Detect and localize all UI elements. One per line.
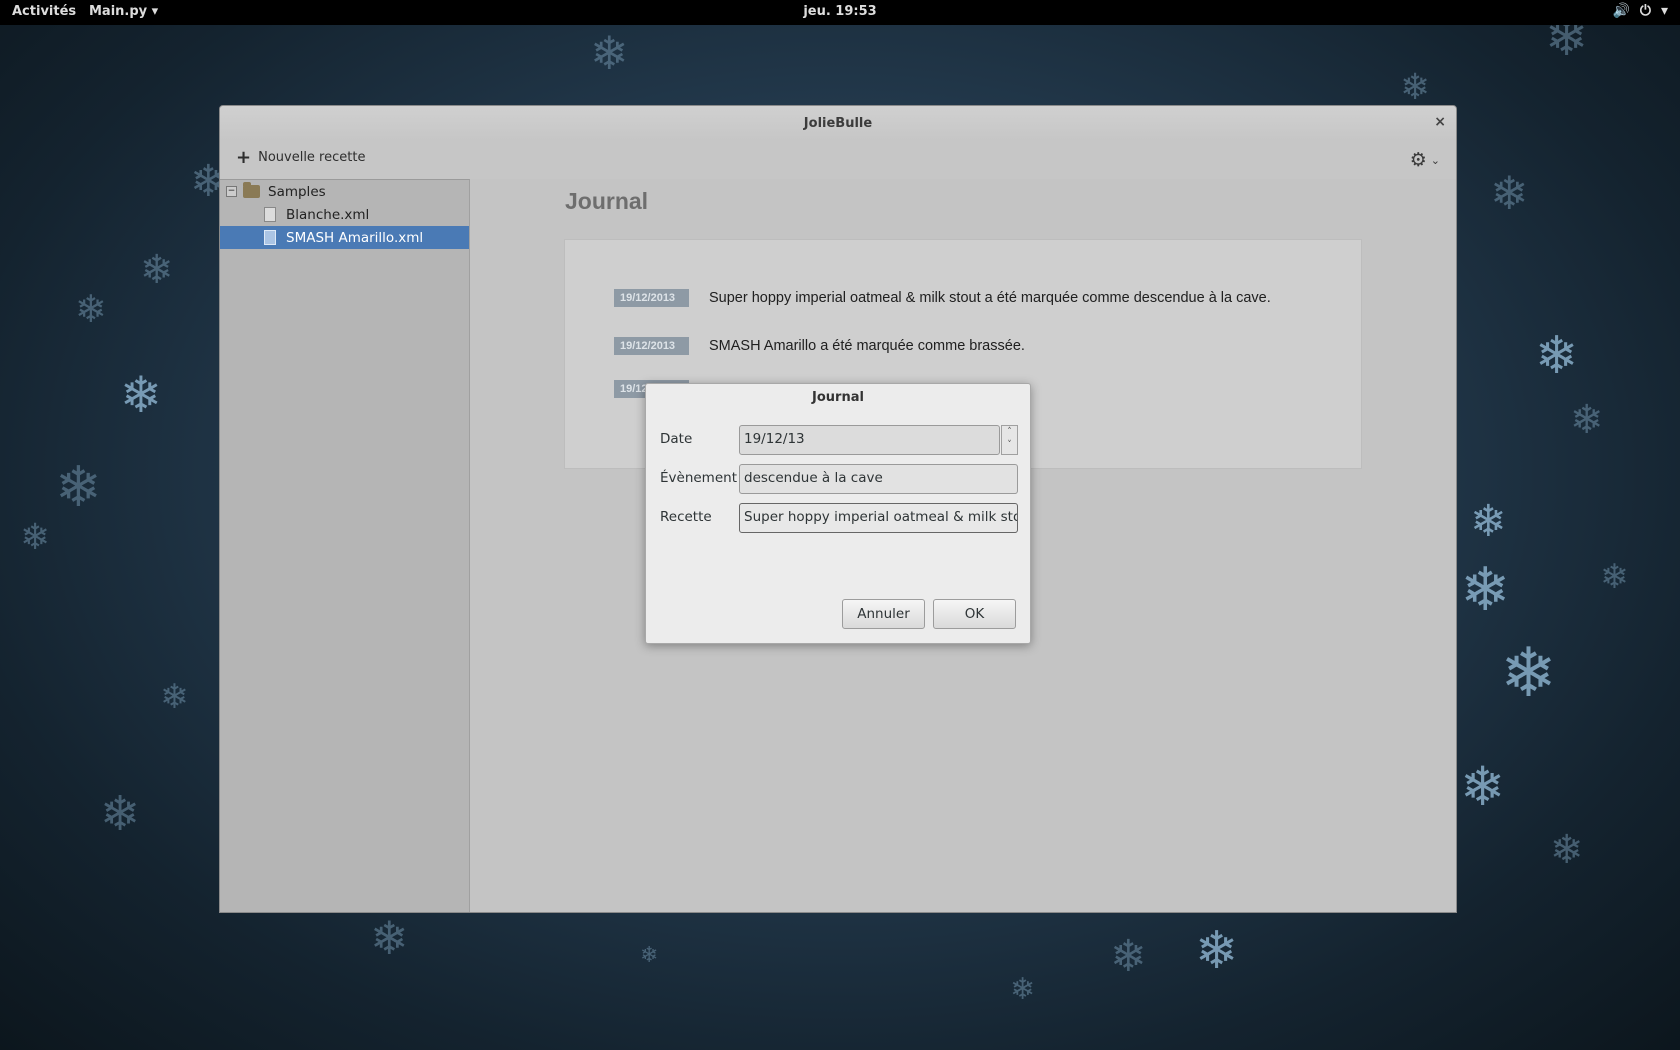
- date-spinner[interactable]: ˄ ˅: [1001, 425, 1018, 455]
- snowflake-icon: ❄: [1110, 931, 1147, 982]
- snowflake-icon: ❄: [1010, 972, 1036, 1007]
- snowflake-icon: ❄: [590, 26, 629, 80]
- snowflake-icon: ❄: [1460, 755, 1506, 818]
- close-icon[interactable]: ×: [1434, 114, 1446, 130]
- snowflake-icon: ❄: [1550, 827, 1584, 873]
- snowflake-icon: ❄: [1470, 496, 1507, 547]
- file-icon: [264, 230, 276, 245]
- journal-dialog: Journal Date 19/12/13 ˄ ˅ Évènement desc…: [645, 383, 1031, 644]
- event-field[interactable]: descendue à la cave: [739, 464, 1018, 494]
- chevron-down-icon: ⌄: [1430, 153, 1440, 167]
- snowflake-icon: ❄: [640, 943, 659, 968]
- date-badge: 19/12/2013: [614, 289, 689, 307]
- app-menu-button[interactable]: Main.py ▾: [89, 4, 158, 19]
- entry-text: SMASH Amarillo a été marquée comme brass…: [709, 338, 1025, 354]
- journal-entry[interactable]: 19/12/2013 SMASH Amarillo a été marquée …: [614, 337, 1025, 355]
- file-icon: [264, 207, 276, 222]
- top-bar: Activités Main.py ▾ jeu. 19:53 🔊 ⏻ ▾: [0, 0, 1680, 25]
- folder-label: Samples: [268, 183, 326, 200]
- snowflake-icon: ❄: [1400, 67, 1431, 108]
- page-title: Journal: [565, 188, 649, 214]
- tree-item-blanche[interactable]: Blanche.xml: [220, 203, 469, 226]
- new-recipe-button[interactable]: + Nouvelle recette: [236, 146, 366, 168]
- date-badge: 19/12/2013: [614, 337, 689, 355]
- tree-folder-samples[interactable]: − Samples: [220, 180, 469, 203]
- spin-down-icon[interactable]: ˅: [1002, 439, 1017, 452]
- spin-up-icon[interactable]: ˄: [1002, 426, 1017, 439]
- date-field[interactable]: 19/12/13: [739, 425, 1000, 455]
- snowflake-icon: ❄: [20, 517, 51, 558]
- power-menu-arrow-icon[interactable]: ▾: [1661, 3, 1668, 19]
- new-recipe-label: Nouvelle recette: [258, 150, 366, 165]
- snowflake-icon: ❄: [100, 786, 141, 842]
- snowflake-icon: ❄: [1500, 634, 1557, 713]
- event-label: Évènement: [660, 470, 737, 486]
- file-label: Blanche.xml: [286, 206, 370, 223]
- activities-button[interactable]: Activités: [12, 4, 76, 19]
- snowflake-icon: ❄: [75, 287, 107, 331]
- snowflake-icon: ❄: [1195, 921, 1239, 981]
- settings-menu-button[interactable]: ⚙ ⌄: [1410, 149, 1440, 171]
- recipe-label: Recette: [660, 509, 712, 525]
- snowflake-icon: ❄: [160, 677, 189, 717]
- cancel-button[interactable]: Annuler: [842, 599, 925, 629]
- journal-entry[interactable]: 19/12/2013 Super hoppy imperial oatmeal …: [614, 289, 1271, 307]
- clock-container: jeu. 19:53: [0, 4, 1680, 19]
- system-status-area[interactable]: 🔊 ⏻ ▾: [1612, 3, 1668, 19]
- power-icon[interactable]: ⏻: [1640, 3, 1651, 19]
- collapse-icon[interactable]: −: [226, 186, 237, 197]
- volume-icon[interactable]: 🔊: [1612, 3, 1629, 19]
- gear-icon: ⚙: [1409, 149, 1427, 171]
- window-title: JolieBulle: [803, 116, 873, 131]
- snowflake-icon: ❄: [55, 455, 102, 520]
- date-label: Date: [660, 431, 693, 447]
- file-label: SMASH Amarillo.xml: [286, 229, 424, 246]
- snowflake-icon: ❄: [1535, 326, 1579, 386]
- snowflake-icon: ❄: [1490, 166, 1529, 220]
- snowflake-icon: ❄: [140, 247, 174, 293]
- snowflake-icon: ❄: [1570, 397, 1604, 443]
- clock-button[interactable]: jeu. 19:53: [803, 4, 876, 19]
- recipe-tree: − Samples Blanche.xml SMASH Amarillo.xml: [220, 179, 470, 912]
- ok-button[interactable]: OK: [933, 599, 1016, 629]
- toolbar: + Nouvelle recette ⚙ ⌄: [220, 141, 1456, 179]
- folder-icon: [243, 182, 260, 198]
- plus-icon: +: [236, 146, 252, 168]
- entry-text: Super hoppy imperial oatmeal & milk stou…: [709, 290, 1271, 306]
- snowflake-icon: ❄: [1460, 555, 1511, 625]
- title-bar[interactable]: JolieBulle ×: [220, 106, 1456, 141]
- snowflake-icon: ❄: [120, 366, 162, 424]
- snowflake-icon: ❄: [370, 911, 409, 965]
- recipe-field[interactable]: Super hoppy imperial oatmeal & milk stou…: [739, 503, 1018, 533]
- tree-item-smash-amarillo[interactable]: SMASH Amarillo.xml: [220, 226, 469, 249]
- snowflake-icon: ❄: [1600, 557, 1629, 597]
- dialog-title: Journal: [812, 390, 864, 405]
